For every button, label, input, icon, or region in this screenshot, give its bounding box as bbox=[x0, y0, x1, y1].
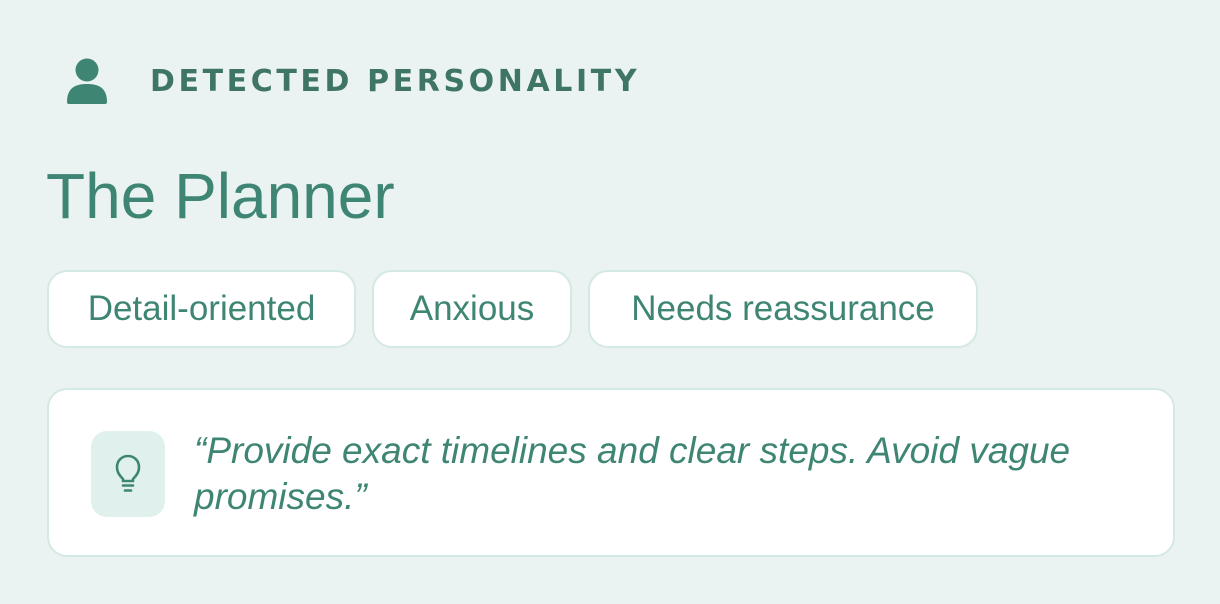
trait-tags: Detail-oriented Anxious Needs reassuranc… bbox=[47, 270, 994, 348]
trait-tag: Detail-oriented bbox=[47, 270, 356, 348]
card-header: DETECTED PERSONALITY bbox=[66, 58, 640, 104]
advice-icon-badge bbox=[91, 431, 165, 517]
trait-tag: Needs reassurance bbox=[588, 270, 978, 348]
section-title: DETECTED PERSONALITY bbox=[150, 63, 641, 99]
person-icon bbox=[67, 58, 107, 104]
trait-tag: Anxious bbox=[372, 270, 572, 348]
advice-quote: “Provide exact timelines and clear steps… bbox=[194, 430, 1071, 517]
personality-card: DETECTED PERSONALITY The Planner Detail-… bbox=[0, 0, 1220, 604]
advice-box: “Provide exact timelines and clear steps… bbox=[47, 388, 1175, 557]
lightbulb-icon bbox=[115, 454, 141, 492]
personality-name: The Planner bbox=[46, 160, 395, 232]
